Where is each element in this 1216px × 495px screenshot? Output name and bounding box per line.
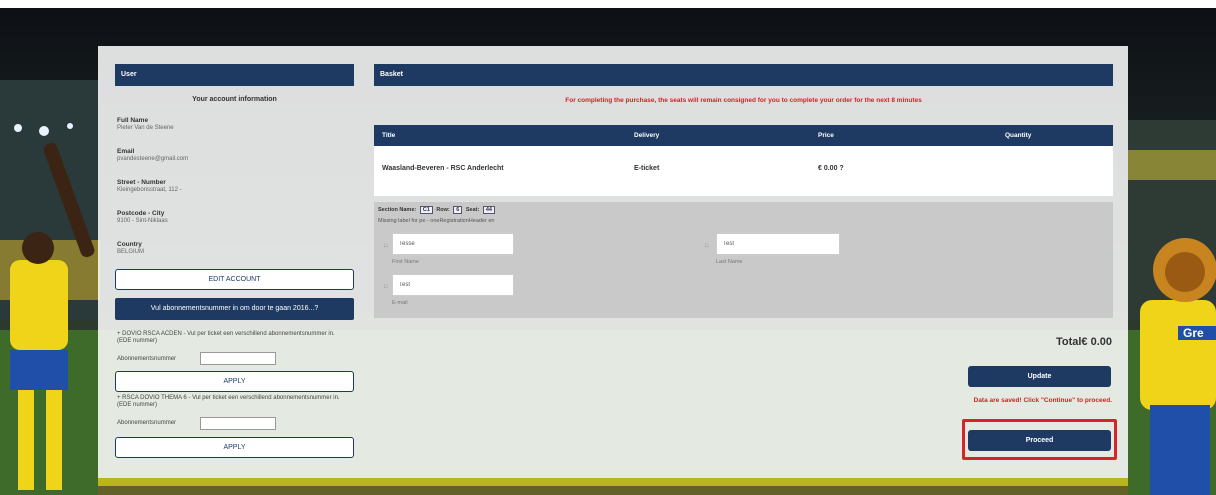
country-value: BELGIUM xyxy=(117,249,145,255)
email-value: pvandesteene@gmail.com xyxy=(117,156,189,162)
seat-value: 44 xyxy=(482,206,495,214)
update-button[interactable]: Update xyxy=(968,366,1111,387)
ticket-price: € 0.00 ? xyxy=(818,165,844,172)
basket-table-header: Title Delivery Price Quantity xyxy=(374,125,1113,146)
last-name-input[interactable] xyxy=(716,233,840,255)
last-name-caption: Last Name xyxy=(716,259,743,265)
apply-button-2[interactable]: APPLY xyxy=(115,437,354,458)
street-value: Kleingebonsstraat, 112 - xyxy=(117,187,182,193)
column-title: Title xyxy=(382,132,396,139)
promo2-field-label: Abonnementsnummer xyxy=(117,420,177,426)
column-delivery: Delivery xyxy=(634,132,660,139)
promo2-text: + RSCA DOVIO THEMA 6 - Vul per ticket ee… xyxy=(117,395,340,408)
saved-notice: Data are saved! Click "Continue" to proc… xyxy=(973,397,1112,404)
column-quantity: Quantity xyxy=(1005,132,1032,139)
email-input[interactable] xyxy=(392,274,514,296)
full-name-label: Full Name xyxy=(117,117,149,124)
first-name-caption: First Name xyxy=(392,259,419,265)
country-label: Country xyxy=(117,241,142,248)
first-name-dot: □ xyxy=(384,243,388,249)
subscription-banner: Vul abonnementsnummer in om door te gaan… xyxy=(115,298,354,320)
last-name-dot: □ xyxy=(705,243,709,249)
edit-account-button[interactable]: EDIT ACCOUNT xyxy=(115,269,354,290)
apply-button-1[interactable]: APPLY xyxy=(115,371,354,392)
promo1-subscription-input[interactable] xyxy=(200,352,276,365)
email-caption: E-mail xyxy=(392,300,408,306)
promo1-text: + DOVIO RSCA ACDEN - Vul per ticket een … xyxy=(117,331,335,344)
email-label: Email xyxy=(117,148,135,155)
order-total: Total€ 0.00 xyxy=(1055,336,1112,348)
promo2-subscription-input[interactable] xyxy=(200,417,276,430)
row-label: Row: xyxy=(436,207,450,213)
postcode-label: Postcode - City xyxy=(117,210,165,217)
ticket-title: Waasland-Beveren - RSC Anderlecht xyxy=(382,165,504,172)
missing-label-text: Missing label for pe - oneRegistrationHe… xyxy=(378,218,495,224)
section-value: C1 xyxy=(419,206,433,214)
full-name-value: Pieter Van de Steene xyxy=(117,125,174,131)
basket-header: Basket xyxy=(374,64,1113,86)
column-price: Price xyxy=(818,132,834,139)
section-label: Section Name: xyxy=(378,207,417,213)
reservation-notice: For completing the purchase, the seats w… xyxy=(565,97,922,104)
mascot-sign-text: Gre xyxy=(1183,326,1204,340)
seat-label: Seat: xyxy=(465,207,480,213)
row-value: 6 xyxy=(453,206,463,214)
seat-details-block: Section Name: C1 Row: 6 Seat: 44 Missing… xyxy=(374,202,1113,318)
street-label: Street - Number xyxy=(117,179,166,186)
email-dot: □ xyxy=(384,284,388,290)
postcode-value: 9100 - Sint-Niklaas xyxy=(117,218,168,224)
checkout-panel: User Your account information Full Name … xyxy=(98,46,1128,478)
proceed-button[interactable]: Proceed xyxy=(968,430,1111,451)
user-header: User xyxy=(115,64,354,86)
first-name-input[interactable] xyxy=(392,233,514,255)
promo1-field-label: Abonnementsnummer xyxy=(117,356,177,362)
ticket-delivery: E-ticket xyxy=(634,165,660,172)
ticket-row: Waasland-Beveren - RSC Anderlecht E-tick… xyxy=(374,146,1113,196)
seat-info: Section Name: C1 Row: 6 Seat: 44 xyxy=(378,206,497,214)
account-info-title: Your account information xyxy=(192,96,277,103)
